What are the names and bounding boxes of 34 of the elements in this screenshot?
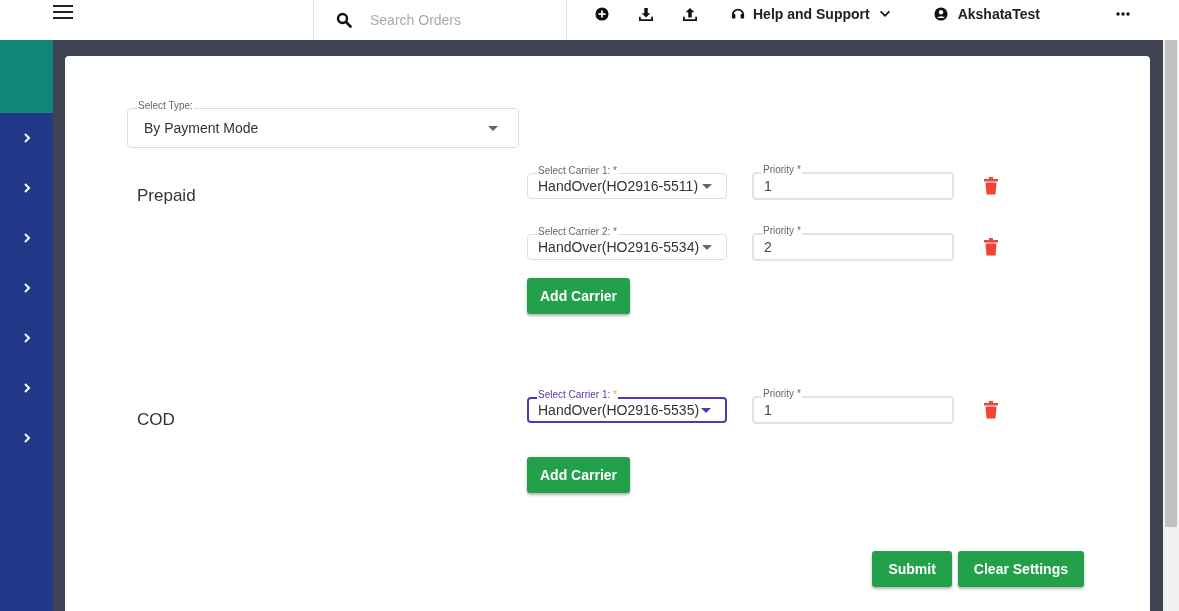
- caret-icon: [702, 244, 712, 250]
- field-label: Select Carrier 1: *: [537, 389, 618, 401]
- help-link[interactable]: Help and Support: [753, 6, 870, 22]
- trash-icon[interactable]: [984, 238, 998, 256]
- add-circle-icon[interactable]: [595, 7, 609, 21]
- upload-icon[interactable]: [683, 7, 697, 21]
- chevron-icon[interactable]: [22, 282, 31, 294]
- search-icon: [336, 12, 352, 28]
- carrier-select[interactable]: HandOver(HO2916-5534): [527, 234, 727, 260]
- caret-icon: [702, 183, 712, 189]
- caret-icon: [701, 407, 711, 413]
- group-title: Prepaid: [136, 186, 197, 207]
- user-icon[interactable]: [933, 7, 948, 21]
- carrier-select[interactable]: HandOver(HO2916-5535): [527, 397, 727, 423]
- user-name[interactable]: AkshataTest: [957, 6, 1040, 22]
- field-label: Select Type:: [137, 100, 194, 112]
- trash-icon[interactable]: [984, 177, 998, 195]
- field-label: Select Carrier 2: *: [537, 226, 618, 238]
- more-icon[interactable]: [1115, 12, 1130, 16]
- chevron-icon[interactable]: [22, 182, 31, 194]
- download-icon[interactable]: [639, 7, 653, 21]
- chevron-icon[interactable]: [22, 232, 31, 244]
- chevron-icon[interactable]: [22, 332, 31, 344]
- group-title: COD: [136, 410, 176, 431]
- chevron-icon[interactable]: [22, 132, 31, 144]
- chevron-icon[interactable]: [22, 382, 31, 394]
- trash-icon[interactable]: [984, 401, 998, 419]
- headset-icon[interactable]: [731, 7, 745, 21]
- field-label: Select Carrier 1: *: [537, 165, 618, 177]
- menu-icon[interactable]: [53, 4, 73, 20]
- carrier-select[interactable]: HandOver(HO2916-5511): [527, 173, 727, 199]
- caret-icon: [488, 125, 498, 131]
- chevron-icon[interactable]: [22, 432, 31, 444]
- scrollbar[interactable]: [1163, 40, 1179, 611]
